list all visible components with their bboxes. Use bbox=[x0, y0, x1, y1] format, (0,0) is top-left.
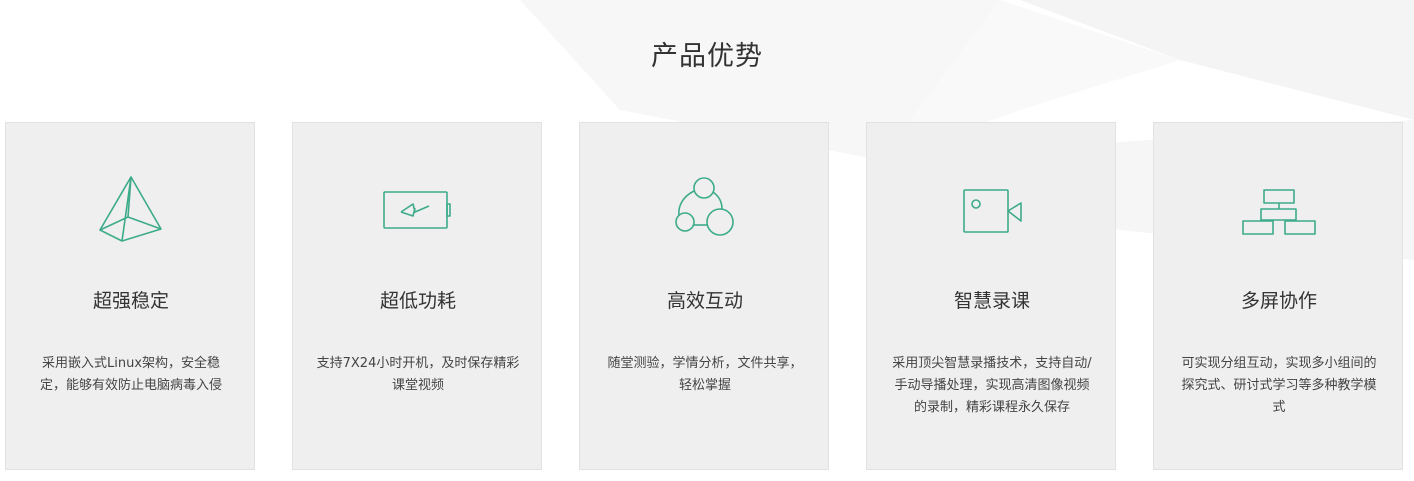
interaction-circles-icon bbox=[580, 175, 830, 245]
hierarchy-icon bbox=[1154, 175, 1404, 245]
card-title: 超低功耗 bbox=[379, 290, 456, 312]
card-description: 可实现分组互动，实现多小组间的探究式、研讨式学习等多种教学模式 bbox=[1181, 356, 1377, 415]
battery-icon bbox=[293, 175, 543, 245]
card-title: 高效互动 bbox=[666, 290, 743, 312]
page-title: 产品优势 bbox=[651, 41, 763, 72]
video-camera-icon bbox=[867, 175, 1117, 245]
advantage-card-stability: 超强稳定 采用嵌入式Linux架构，安全稳定，能够有效防止电脑病毒入侵 bbox=[5, 122, 255, 470]
card-title: 超强稳定 bbox=[92, 290, 169, 312]
advantage-card-multiscreen: 多屏协作 可实现分组互动，实现多小组间的探究式、研讨式学习等多种教学模式 bbox=[1153, 122, 1403, 470]
advantage-card-recording: 智慧录课 采用顶尖智慧录播技术，支持自动/手动导播处理，实现高清图像视频的录制，… bbox=[866, 122, 1116, 470]
pyramid-icon bbox=[6, 175, 256, 245]
card-description: 支持7X24小时开机，及时保存精彩课堂视频 bbox=[316, 356, 520, 393]
advantage-card-power: 超低功耗 支持7X24小时开机，及时保存精彩课堂视频 bbox=[292, 122, 542, 470]
card-title: 智慧录课 bbox=[953, 290, 1030, 312]
advantage-card-interaction: 高效互动 随堂测验，学情分析，文件共享，轻松掌握 bbox=[579, 122, 829, 470]
card-description: 随堂测验，学情分析，文件共享，轻松掌握 bbox=[607, 356, 803, 393]
card-description: 采用顶尖智慧录播技术，支持自动/手动导播处理，实现高清图像视频的录制，精彩课程永… bbox=[892, 356, 1092, 415]
card-title: 多屏协作 bbox=[1240, 290, 1317, 312]
card-description: 采用嵌入式Linux架构，安全稳定，能够有效防止电脑病毒入侵 bbox=[39, 356, 222, 393]
